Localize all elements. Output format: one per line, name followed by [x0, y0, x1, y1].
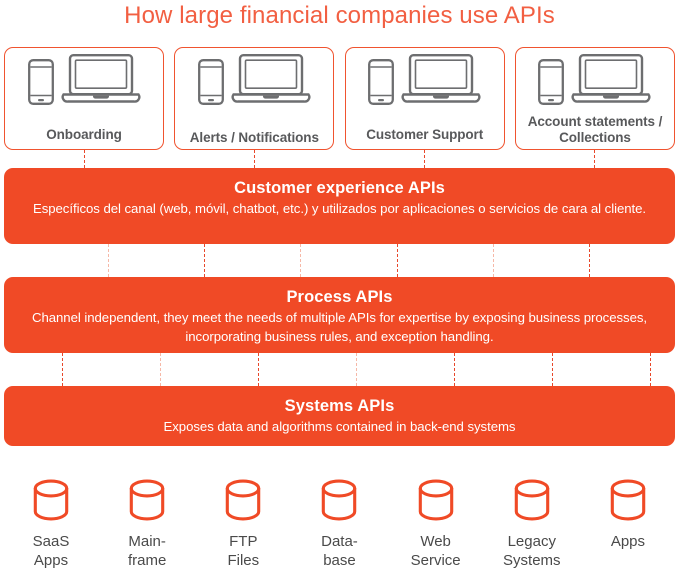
smartphone-icon — [197, 59, 224, 110]
laptop-icon — [61, 53, 141, 110]
database-cylinder-icon — [416, 478, 456, 527]
backend-item-mainframe[interactable]: Main- frame — [106, 478, 188, 574]
channel-label: Customer Support — [366, 126, 484, 142]
database-cylinder-icon — [127, 478, 167, 527]
backend-label: Data- base — [321, 533, 358, 569]
connector-dash — [397, 244, 398, 277]
band-title: Process APIs — [286, 288, 393, 306]
page-title: How large financial companies use APIs — [124, 2, 555, 29]
band-description: Exposes data and algorithms contained in… — [163, 419, 516, 434]
connector-dash — [300, 244, 301, 277]
laptop-icon — [571, 53, 651, 110]
connector-dash — [108, 244, 109, 277]
laptop-icon — [401, 53, 481, 110]
connector-dash — [552, 353, 553, 386]
backend-label: Legacy Systems — [503, 533, 561, 569]
device-icon-group — [175, 54, 333, 110]
connector-group-cx-to-process — [0, 244, 679, 277]
database-cylinder-icon — [608, 478, 648, 527]
backend-label: Apps — [610, 533, 646, 550]
connector-dash — [493, 244, 494, 277]
smartphone-icon — [368, 59, 395, 110]
backend-label: Main- frame — [127, 533, 167, 569]
channel-box-account-statements[interactable]: Account statements / Collections — [514, 47, 675, 150]
connector-dash — [258, 353, 259, 386]
backend-item-saas-apps[interactable]: SaaS Apps — [10, 478, 92, 574]
backend-item-web-service[interactable]: Web Service — [395, 478, 477, 574]
connector-dash — [254, 150, 255, 168]
connector-dash — [454, 353, 455, 386]
band-description: Channel independent, they meet the needs… — [31, 310, 648, 344]
connector-group-process-to-systems — [0, 353, 679, 386]
backend-label: Web Service — [410, 533, 461, 569]
band-systems-apis[interactable]: Systems APIs Exposes data and algorithms… — [4, 386, 675, 446]
database-cylinder-icon — [319, 478, 359, 527]
connector-dash — [160, 353, 161, 386]
band-customer-experience-apis[interactable]: Customer experience APIs Específicos del… — [4, 168, 675, 244]
band-title: Systems APIs — [284, 397, 395, 415]
backend-item-legacy-systems[interactable]: Legacy Systems — [491, 478, 573, 574]
backend-systems-row: SaaS Apps Main- frame FTP Files Data- ba… — [0, 478, 679, 574]
connector-dash — [589, 244, 590, 277]
connector-dash — [204, 244, 205, 277]
channel-label: Account statements / Collections — [527, 114, 663, 145]
channel-box-alerts-notifications[interactable]: Alerts / Notifications — [174, 47, 335, 150]
database-cylinder-icon — [512, 478, 552, 527]
backend-item-database[interactable]: Data- base — [298, 478, 380, 574]
database-cylinder-icon — [31, 478, 71, 527]
channel-boxes-row: Onboarding Alerts / Notifications Custom… — [4, 47, 675, 150]
channel-label: Alerts / Notifications — [189, 129, 319, 145]
connector-dash — [424, 150, 425, 168]
connector-group-channels-to-cx — [0, 150, 679, 168]
band-title: Customer experience APIs — [234, 179, 445, 197]
channel-box-onboarding[interactable]: Onboarding — [4, 47, 164, 150]
connector-dash — [84, 150, 85, 168]
device-icon-group — [5, 54, 163, 110]
connector-dash — [62, 353, 63, 386]
band-description: Específicos del canal (web, móvil, chatb… — [32, 201, 647, 216]
backend-item-ftp-files[interactable]: FTP Files — [202, 478, 284, 574]
device-icon-group — [346, 54, 504, 110]
smartphone-icon — [538, 59, 565, 110]
backend-label: FTP Files — [227, 533, 260, 569]
backend-label: SaaS Apps — [32, 533, 70, 569]
connector-dash — [594, 150, 595, 168]
connector-dash — [356, 353, 357, 386]
channel-label: Onboarding — [46, 126, 122, 142]
band-process-apis[interactable]: Process APIs Channel independent, they m… — [4, 277, 675, 353]
backend-item-apps[interactable]: Apps — [587, 478, 669, 574]
smartphone-icon — [27, 59, 54, 110]
database-cylinder-icon — [223, 478, 263, 527]
channel-box-customer-support[interactable]: Customer Support — [344, 47, 505, 150]
device-icon-group — [516, 54, 674, 110]
laptop-icon — [231, 53, 311, 110]
connector-dash — [650, 353, 651, 386]
